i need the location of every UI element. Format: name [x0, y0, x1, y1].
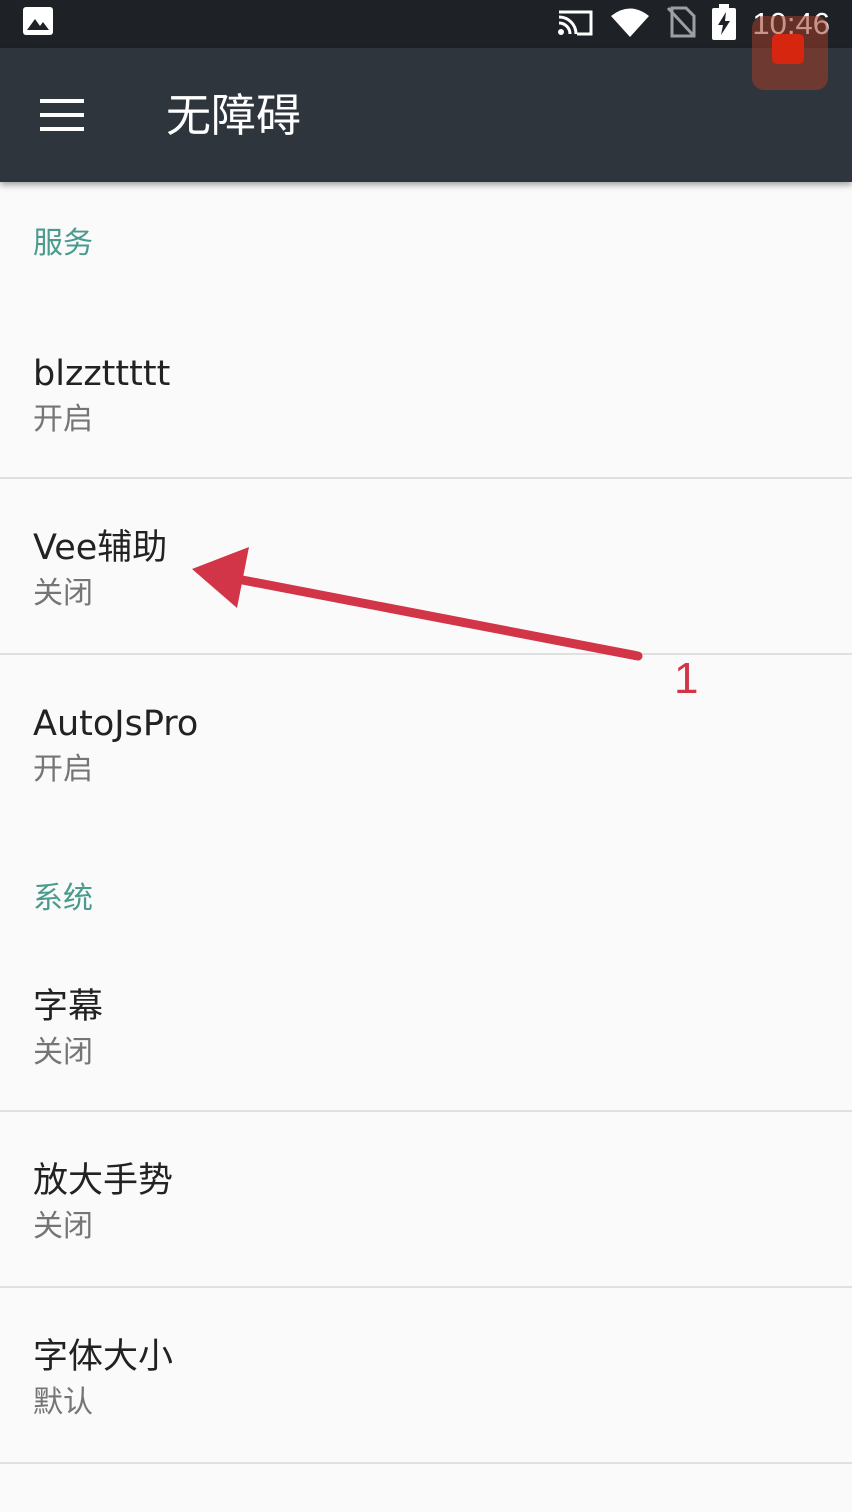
list-item-captions[interactable]: 字幕 关闭	[0, 938, 852, 1110]
settings-list: 服务 blzzttttt 开启 Vee辅助 关闭 AutoJsPro 开启 系统…	[0, 182, 852, 1464]
stop-icon	[772, 34, 804, 64]
battery-charging-icon	[712, 4, 737, 44]
item-status: 开启	[33, 402, 93, 437]
page-title: 无障碍	[166, 89, 302, 142]
item-status: 关闭	[33, 576, 93, 611]
app-bar: 无障碍	[0, 48, 852, 182]
list-item-font-size[interactable]: 字体大小 默认	[0, 1288, 852, 1462]
divider	[0, 1462, 852, 1464]
status-bar: 10:46	[0, 0, 852, 48]
list-item-blzzttttt[interactable]: blzzttttt 开启	[0, 305, 852, 477]
list-item-magnification-gestures[interactable]: 放大手势 关闭	[0, 1112, 852, 1286]
item-title: Vee辅助	[33, 528, 168, 568]
wifi-icon	[610, 7, 650, 41]
section-header-services: 服务	[33, 226, 93, 261]
cast-icon	[556, 7, 594, 41]
hamburger-menu-icon[interactable]	[40, 99, 84, 131]
item-title: blzzttttt	[33, 354, 171, 394]
item-title: AutoJsPro	[33, 704, 199, 744]
no-sim-icon	[666, 6, 696, 42]
item-status: 默认	[33, 1385, 93, 1420]
item-title: 放大手势	[33, 1161, 174, 1201]
annotation-label: 1	[674, 654, 699, 703]
list-item-autojspro[interactable]: AutoJsPro 开启	[0, 655, 852, 829]
section-header-system: 系统	[33, 881, 93, 916]
floating-record-button[interactable]	[752, 16, 828, 90]
item-status: 开启	[33, 752, 93, 787]
list-item-vee-assist[interactable]: Vee辅助 关闭	[0, 479, 852, 653]
item-title: 字幕	[33, 987, 104, 1027]
item-title: 字体大小	[33, 1337, 174, 1377]
item-status: 关闭	[33, 1035, 93, 1070]
item-status: 关闭	[33, 1209, 93, 1244]
image-icon	[22, 6, 54, 40]
